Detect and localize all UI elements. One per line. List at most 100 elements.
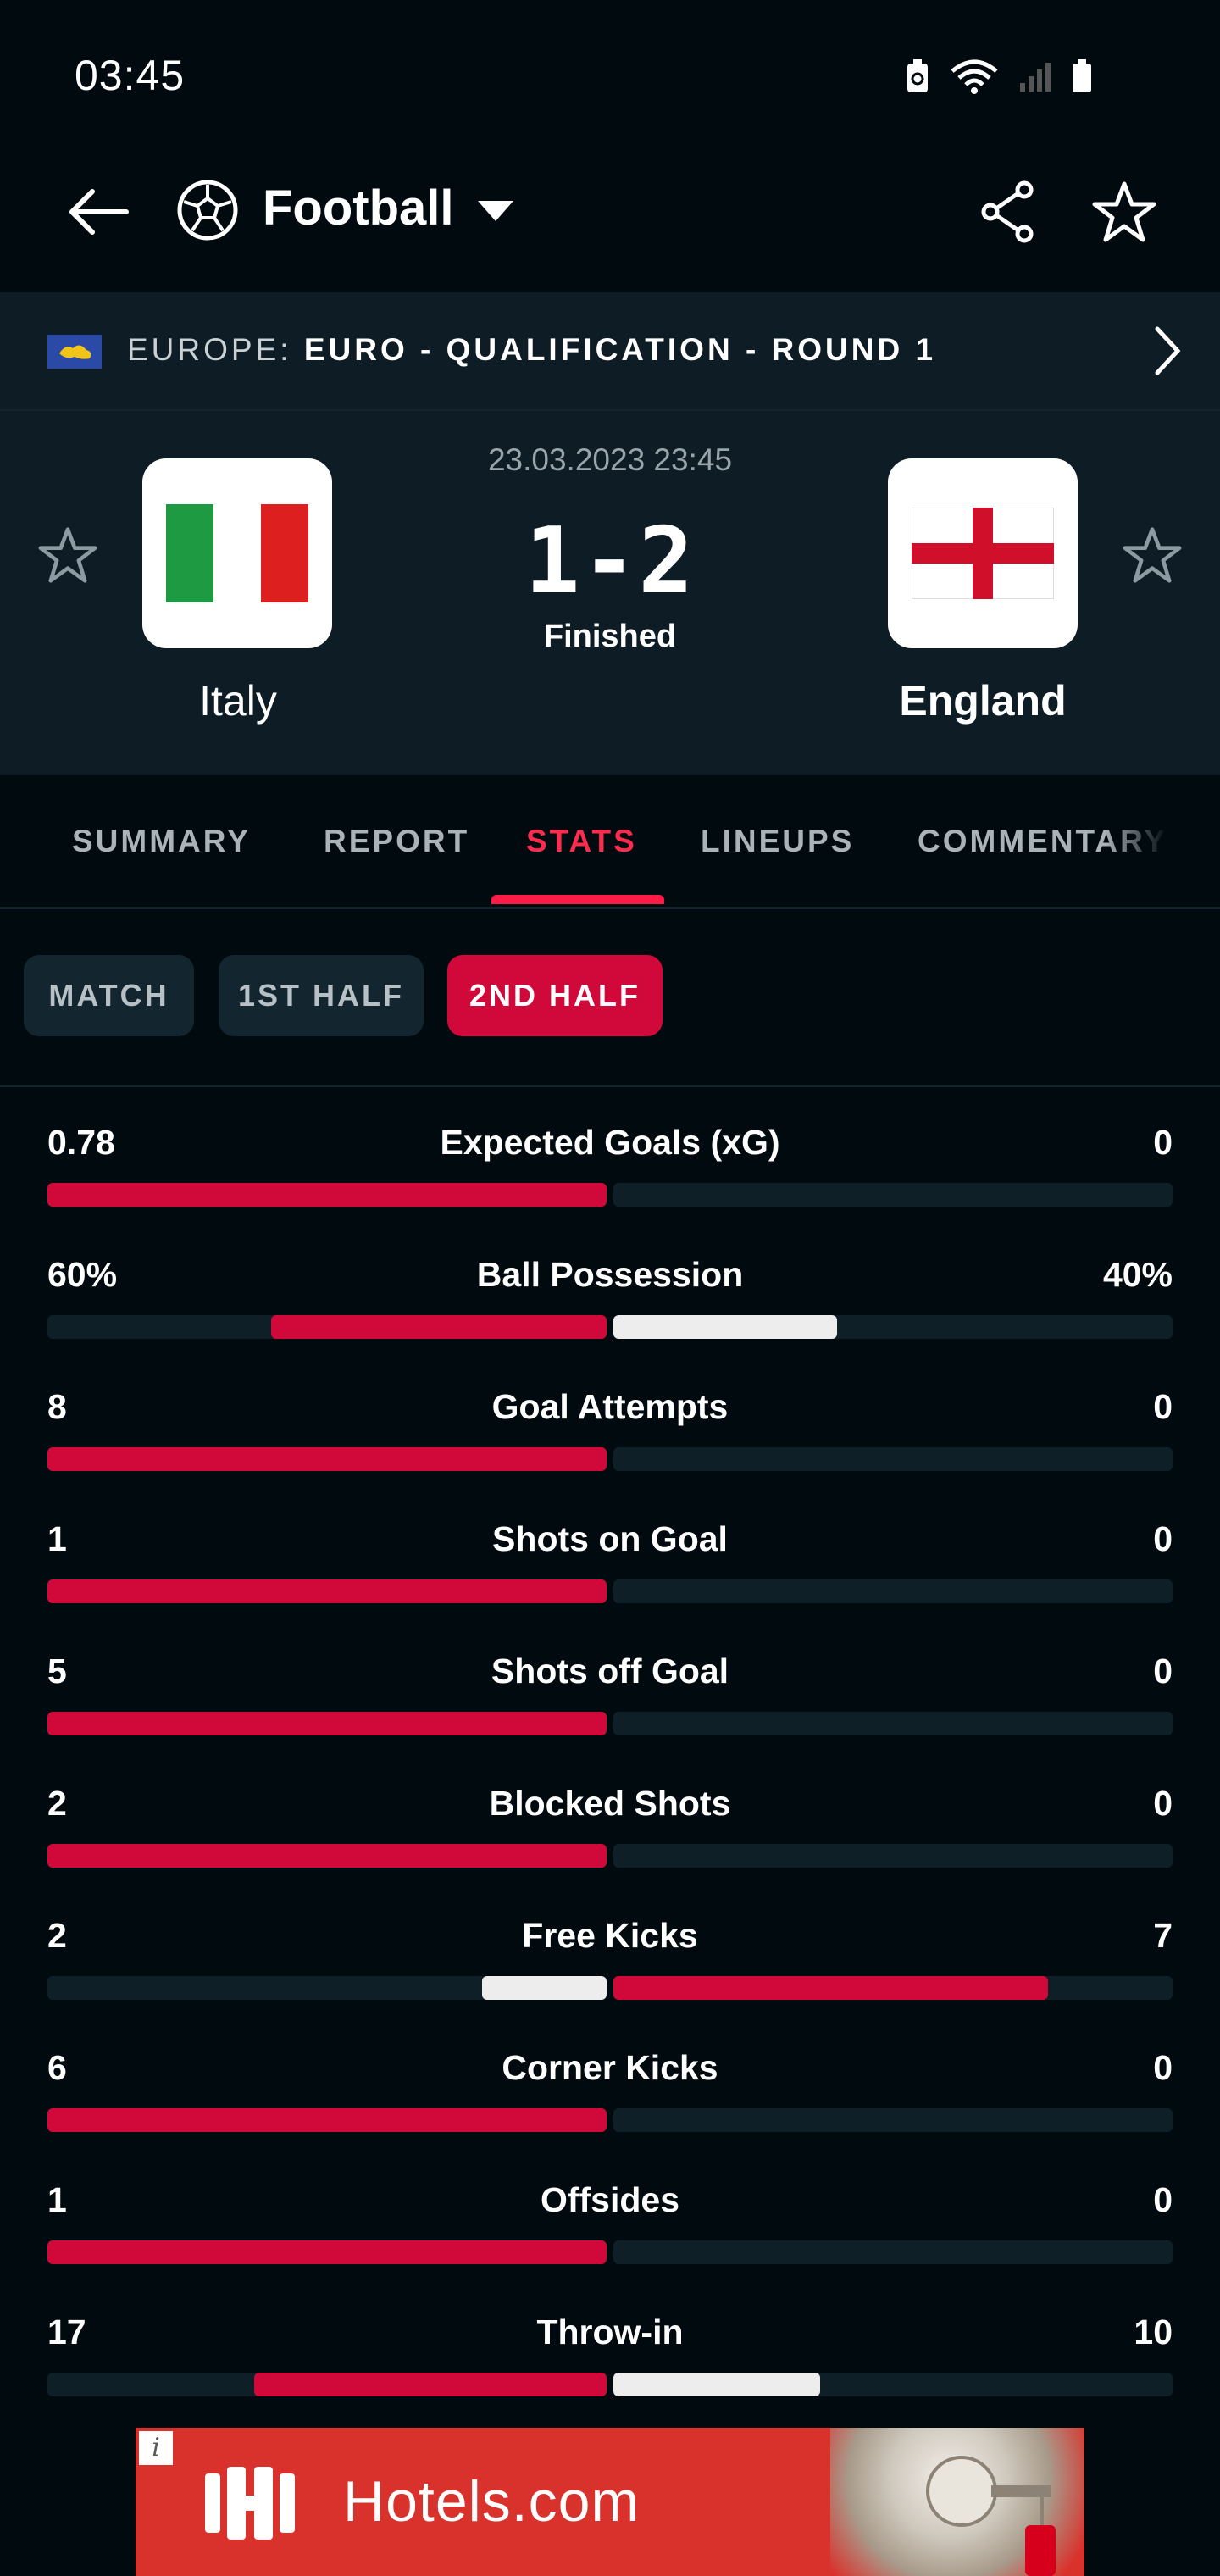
league-region: EUROPE: bbox=[127, 332, 304, 367]
stat-home-value: 2 bbox=[47, 1916, 67, 1955]
chevron-down-icon bbox=[478, 201, 513, 221]
stat-home-value: 1 bbox=[47, 1519, 67, 1558]
stat-away-value: 0 bbox=[1153, 2048, 1173, 2087]
home-stat-bar-track bbox=[47, 2108, 607, 2132]
away-team-logo[interactable] bbox=[888, 458, 1078, 648]
stat-away-value: 0 bbox=[1153, 1652, 1173, 1690]
stat-away-value: 0 bbox=[1153, 1123, 1173, 1162]
stat-home-value: 6 bbox=[47, 2048, 67, 2087]
share-button[interactable] bbox=[970, 174, 1046, 250]
stat-row: 8 Goal Attempts 0 bbox=[0, 1349, 1220, 1481]
favorite-home-button[interactable] bbox=[34, 521, 102, 589]
tab-commentary[interactable]: COMMENTARY bbox=[918, 824, 1167, 859]
away-stat-bar-track bbox=[613, 1447, 1173, 1471]
ad-photo-key bbox=[830, 2428, 1084, 2576]
away-stat-bar-track bbox=[613, 2240, 1173, 2264]
favorite-away-button[interactable] bbox=[1118, 521, 1186, 589]
hotels-logo-icon bbox=[205, 2467, 295, 2540]
share-icon bbox=[981, 180, 1034, 243]
away-stat-bar bbox=[613, 2373, 820, 2396]
stat-row: 2 Free Kicks 7 bbox=[0, 1878, 1220, 2010]
ad-brand: Hotels.com bbox=[343, 2469, 640, 2534]
period-1st-half-chip[interactable]: 1ST HALF bbox=[219, 955, 424, 1036]
stat-label: Expected Goals (xG) bbox=[440, 1123, 780, 1162]
key-tag-icon bbox=[926, 2456, 1056, 2576]
stat-label: Free Kicks bbox=[522, 1916, 698, 1955]
star-outline-icon bbox=[38, 527, 97, 583]
league-title: EUROPE: EURO - QUALIFICATION - ROUND 1 bbox=[127, 332, 936, 368]
stat-home-value: 5 bbox=[47, 1652, 67, 1690]
home-team-name[interactable]: Italy bbox=[69, 676, 408, 725]
home-stat-bar-track bbox=[47, 1712, 607, 1735]
europe-flag-icon bbox=[47, 335, 102, 369]
stat-label: Shots off Goal bbox=[491, 1652, 729, 1690]
status-icons bbox=[905, 58, 1093, 95]
away-stat-bar bbox=[613, 1976, 1048, 2000]
home-stat-bar bbox=[47, 1712, 607, 1735]
favorite-match-button[interactable] bbox=[1086, 174, 1162, 250]
stat-home-value: 2 bbox=[47, 1784, 67, 1823]
stat-label: Goal Attempts bbox=[491, 1387, 729, 1426]
match-status: Finished bbox=[543, 619, 677, 654]
away-stat-bar-track bbox=[613, 1844, 1173, 1868]
stat-row: 6 Corner Kicks 0 bbox=[0, 2010, 1220, 2142]
match-datetime: 23.03.2023 23:45 bbox=[487, 442, 733, 477]
home-stat-bar-track bbox=[47, 1579, 607, 1603]
home-stat-bar bbox=[47, 2240, 607, 2264]
home-stat-bar-track bbox=[47, 1183, 607, 1207]
stat-home-value: 60% bbox=[47, 1255, 118, 1294]
home-stat-bar-track bbox=[47, 1447, 607, 1471]
stat-label: Shots on Goal bbox=[492, 1519, 728, 1558]
sport-title: Football bbox=[263, 180, 454, 236]
away-team-name[interactable]: England bbox=[813, 676, 1152, 725]
stat-away-value: 0 bbox=[1153, 1519, 1173, 1558]
tab-summary[interactable]: SUMMARY bbox=[72, 824, 251, 859]
home-stat-bar-track bbox=[47, 1844, 607, 1868]
italy-flag-icon bbox=[166, 504, 308, 602]
stat-away-value: 10 bbox=[1134, 2312, 1173, 2351]
away-stat-bar-track bbox=[613, 2108, 1173, 2132]
stat-label: Ball Possession bbox=[476, 1255, 744, 1294]
home-stat-bar bbox=[47, 1579, 607, 1603]
stat-row: 60% Ball Possession 40% bbox=[0, 1217, 1220, 1349]
tab-lineups[interactable]: LINEUPS bbox=[701, 824, 854, 859]
stat-label: Throw-in bbox=[536, 2312, 684, 2351]
home-stat-bar bbox=[47, 2108, 607, 2132]
signal-icon bbox=[1020, 63, 1051, 92]
match-score: 1-2 bbox=[524, 508, 696, 614]
away-stat-bar-track bbox=[613, 1579, 1173, 1603]
stat-row: 1 Offsides 0 bbox=[0, 2142, 1220, 2274]
stat-away-value: 0 bbox=[1153, 1387, 1173, 1426]
home-stat-bar bbox=[482, 1976, 607, 2000]
away-stat-bar-track bbox=[613, 1315, 1173, 1339]
back-button[interactable] bbox=[59, 178, 136, 246]
status-bar: 03:45 bbox=[0, 0, 1220, 153]
chevron-right-icon bbox=[1155, 326, 1181, 375]
stat-home-value: 8 bbox=[47, 1387, 67, 1426]
england-flag-icon bbox=[912, 508, 1054, 599]
tab-report[interactable]: REPORT bbox=[324, 824, 469, 859]
home-stat-bar bbox=[47, 1844, 607, 1868]
tab-stats[interactable]: STATS bbox=[526, 824, 637, 859]
home-team-logo[interactable] bbox=[142, 458, 332, 648]
period-2nd-half-chip[interactable]: 2ND HALF bbox=[447, 955, 663, 1036]
away-stat-bar-track bbox=[613, 1976, 1173, 2000]
stat-row: 5 Shots off Goal 0 bbox=[0, 1613, 1220, 1746]
period-match-chip[interactable]: MATCH bbox=[24, 955, 194, 1036]
away-stat-bar bbox=[613, 1315, 837, 1339]
back-arrow-icon bbox=[69, 189, 129, 235]
recycle-battery-icon bbox=[907, 59, 928, 92]
league-name: EURO - QUALIFICATION - ROUND 1 bbox=[303, 332, 937, 367]
status-time: 03:45 bbox=[75, 52, 186, 99]
home-stat-bar-track bbox=[47, 2373, 607, 2396]
home-stat-bar bbox=[47, 1447, 607, 1471]
ad-banner[interactable]: i Hotels.com bbox=[136, 2428, 1084, 2576]
away-stat-bar-track bbox=[613, 1183, 1173, 1207]
stat-label: Offsides bbox=[540, 2180, 680, 2219]
stat-home-value: 0.78 bbox=[47, 1123, 115, 1162]
stat-home-value: 1 bbox=[47, 2180, 67, 2219]
stat-row: 0.78 Expected Goals (xG) 0 bbox=[0, 1085, 1220, 1217]
stat-row: 17 Throw-in 10 bbox=[0, 2274, 1220, 2407]
ad-info-icon[interactable]: i bbox=[139, 2431, 173, 2465]
star-outline-icon bbox=[1123, 527, 1182, 583]
